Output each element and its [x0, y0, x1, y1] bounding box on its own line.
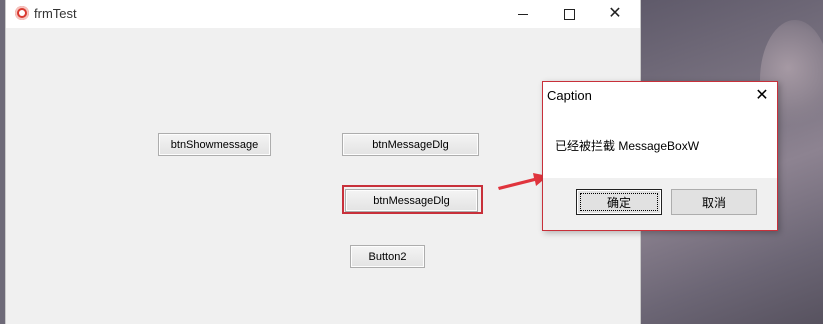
- close-icon: ✕: [755, 87, 769, 104]
- minimize-button[interactable]: [500, 0, 546, 28]
- cancel-button[interactable]: 取消: [671, 189, 757, 215]
- dialog-caption: Caption: [547, 88, 592, 103]
- button2[interactable]: Button2: [350, 245, 425, 268]
- close-icon: ✕: [608, 5, 622, 22]
- app-icon: [15, 6, 29, 20]
- dialog-footer: 确定 取消: [543, 178, 777, 230]
- btn-showmessage[interactable]: btnShowmessage: [158, 133, 271, 156]
- btn-messagedlg-highlighted[interactable]: btnMessageDlg: [345, 189, 478, 212]
- btn-messagedlg-top[interactable]: btnMessageDlg: [342, 133, 479, 156]
- title-bar[interactable]: frmTest ✕: [6, 0, 640, 28]
- minimize-icon: [518, 13, 528, 15]
- dialog-message: 已经被拦截 MessageBoxW: [555, 139, 700, 153]
- maximize-button[interactable]: [546, 0, 592, 28]
- close-button[interactable]: ✕: [592, 0, 638, 28]
- message-dialog: Caption ✕ 已经被拦截 MessageBoxW 确定 取消: [542, 81, 778, 231]
- window-title: frmTest: [34, 6, 77, 21]
- dialog-close-button[interactable]: ✕: [749, 84, 775, 106]
- pointer-arrow-icon: [498, 173, 548, 190]
- maximize-icon: [563, 8, 575, 20]
- ok-button[interactable]: 确定: [576, 189, 662, 215]
